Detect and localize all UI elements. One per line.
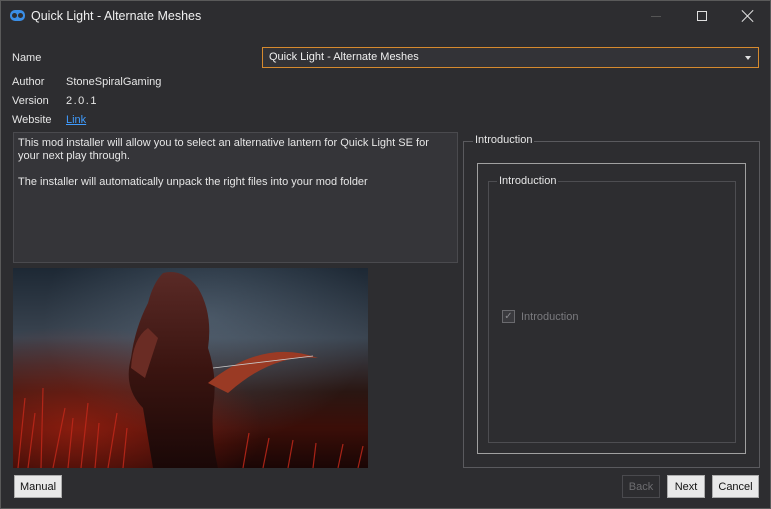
version-label: Version: [12, 95, 49, 107]
maximize-button[interactable]: [679, 1, 725, 31]
next-button[interactable]: Next: [667, 475, 705, 498]
installer-window: Quick Light - Alternate Meshes Name Quic…: [0, 0, 771, 509]
author-label: Author: [12, 76, 45, 88]
preview-artwork: [17, 272, 364, 468]
name-label: Name: [12, 52, 42, 64]
website-link[interactable]: Link: [66, 114, 86, 126]
close-button[interactable]: [725, 1, 771, 31]
title-bar[interactable]: Quick Light - Alternate Meshes: [1, 1, 770, 31]
author-value: StoneSpiralGaming: [66, 76, 162, 88]
name-dropdown[interactable]: Quick Light - Alternate Meshes: [262, 47, 759, 68]
close-icon: [742, 10, 754, 22]
app-logo-icon: [10, 10, 25, 21]
version-value: 2.0.1: [66, 95, 98, 107]
description-paragraph: This mod installer will allow you to sel…: [18, 137, 429, 162]
minimize-button[interactable]: [633, 1, 679, 31]
window-title: Quick Light - Alternate Meshes: [31, 9, 202, 23]
checkmark-icon[interactable]: ✓: [502, 310, 515, 323]
introduction-option-label: Introduction: [521, 310, 579, 323]
manual-button[interactable]: Manual: [14, 475, 62, 498]
website-label: Website: [12, 114, 52, 126]
chevron-down-icon: [745, 56, 751, 60]
bow-shape: [208, 351, 318, 393]
step-group-title: Introduction: [473, 134, 535, 146]
cancel-button[interactable]: Cancel: [712, 475, 759, 498]
description-textbox[interactable]: This mod installer will allow you to sel…: [13, 132, 458, 263]
mod-preview-image: [13, 268, 368, 468]
maximize-icon: [697, 11, 707, 21]
introduction-option[interactable]: ✓ Introduction: [502, 310, 578, 323]
minimize-icon: [651, 15, 661, 17]
back-button[interactable]: Back: [622, 475, 660, 498]
name-dropdown-value: Quick Light - Alternate Meshes: [269, 51, 419, 63]
description-paragraph: The installer will automatically unpack …: [18, 176, 368, 188]
option-group-title: Introduction: [497, 175, 559, 187]
